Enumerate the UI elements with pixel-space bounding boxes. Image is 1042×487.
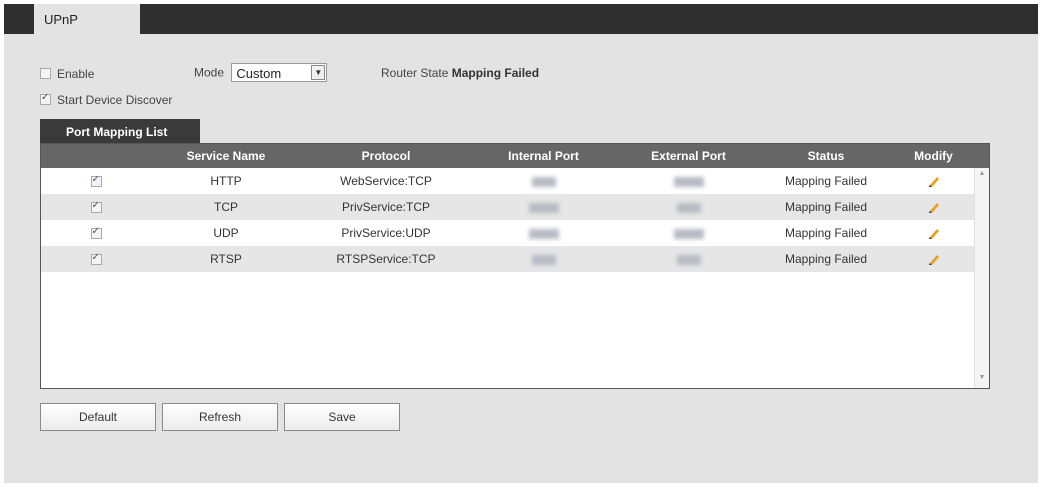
external-port-redacted (673, 176, 704, 187)
router-state-label: Router State (381, 66, 449, 80)
table-scrollbar[interactable]: ▲ ▼ (974, 168, 989, 388)
scroll-up-icon[interactable]: ▲ (975, 170, 989, 182)
router-state-value: Mapping Failed (451, 66, 540, 80)
table-row: UDP PrivService:UDP Mapping Failed (41, 220, 989, 246)
service-name: RTSP (210, 252, 242, 266)
discover-checkbox-group[interactable]: Start Device Discover (40, 92, 172, 107)
tab-bar (4, 4, 1038, 34)
status: Mapping Failed (784, 252, 868, 266)
protocol: PrivService:TCP (341, 200, 430, 214)
row-checkbox[interactable] (90, 252, 102, 266)
tab-port-mapping-list[interactable]: Port Mapping List (40, 119, 200, 143)
pencil-icon[interactable] (927, 174, 941, 188)
discover-label: Start Device Discover (57, 92, 173, 107)
protocol: PrivService:UDP (341, 226, 431, 240)
external-port-redacted (676, 202, 701, 213)
pencil-icon[interactable] (927, 226, 941, 240)
header-status: Status (807, 149, 845, 163)
router-state: Router State Mapping Failed (381, 66, 539, 80)
row-checkbox[interactable] (90, 174, 102, 188)
internal-port-redacted (531, 254, 556, 265)
header-service-name: Service Name (186, 149, 266, 163)
row-checkbox[interactable] (90, 226, 102, 240)
refresh-button[interactable]: Refresh (162, 403, 278, 431)
status: Mapping Failed (784, 200, 868, 214)
header-protocol: Protocol (361, 149, 411, 163)
table-row: HTTP WebService:TCP Mapping Failed (41, 168, 989, 194)
status: Mapping Failed (784, 226, 868, 240)
status: Mapping Failed (784, 174, 868, 188)
enable-checkbox-group[interactable]: Enable (40, 66, 94, 81)
discover-checkbox[interactable] (40, 92, 51, 106)
header-external-port: External Port (651, 149, 726, 163)
chevron-down-icon[interactable]: ▼ (311, 65, 326, 80)
protocol: WebService:TCP (340, 174, 432, 188)
protocol: RTSPService:TCP (336, 252, 436, 266)
service-name: HTTP (210, 174, 242, 188)
internal-port-redacted (528, 202, 559, 213)
external-port-redacted (676, 254, 701, 265)
mode-group: Mode Custom ▼ (194, 63, 328, 82)
scroll-down-icon[interactable]: ▼ (975, 374, 989, 386)
tab-upnp[interactable]: UPnP (34, 4, 140, 38)
enable-label: Enable (57, 66, 95, 81)
external-port-redacted (673, 228, 704, 239)
default-button[interactable]: Default (40, 403, 156, 431)
header-modify: Modify (914, 149, 953, 163)
header-internal-port: Internal Port (508, 149, 579, 163)
table-row: RTSP RTSPService:TCP Mapping Failed (41, 246, 989, 272)
internal-port-redacted (528, 228, 559, 239)
pencil-icon[interactable] (927, 200, 941, 214)
service-name: TCP (214, 200, 238, 214)
enable-checkbox[interactable] (40, 68, 51, 80)
service-name: UDP (213, 226, 239, 240)
save-button[interactable]: Save (284, 403, 400, 431)
row-checkbox[interactable] (90, 200, 102, 214)
port-mapping-table: Service Name Protocol Internal Port Exte… (40, 143, 990, 389)
mode-select[interactable]: Custom ▼ (231, 63, 328, 82)
table-row: TCP PrivService:TCP Mapping Failed (41, 194, 989, 220)
upnp-panel: UPnP Enable Mode Custom ▼ Router State M… (4, 4, 1038, 483)
mode-select-value: Custom (236, 66, 282, 81)
mode-label: Mode (194, 65, 225, 80)
pencil-icon[interactable] (927, 252, 941, 266)
table-header: Service Name Protocol Internal Port Exte… (41, 144, 989, 168)
internal-port-redacted (531, 176, 556, 187)
